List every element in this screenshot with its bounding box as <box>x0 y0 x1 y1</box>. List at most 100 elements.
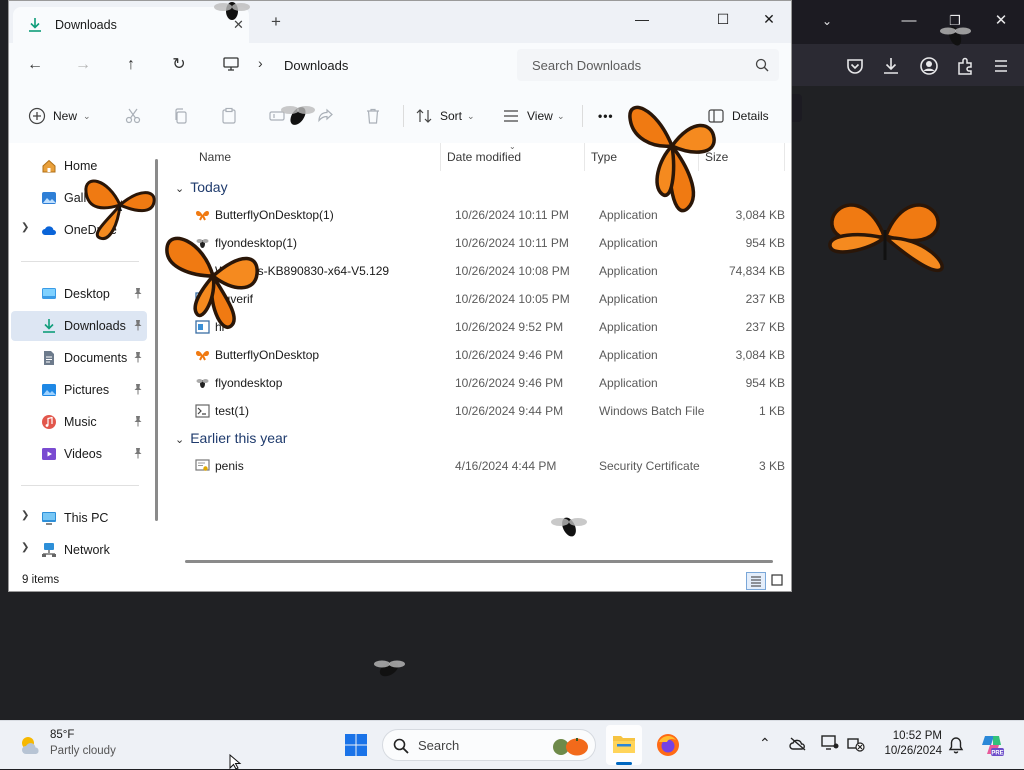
sidebar-item-label: Downloads <box>64 319 126 333</box>
more-options-button[interactable]: ••• <box>598 107 614 125</box>
pocket-icon[interactable] <box>844 55 866 77</box>
file-size: 74,834 KB <box>728 264 785 278</box>
list-all-tabs-icon[interactable]: ⌄ <box>816 11 838 33</box>
column-header-type[interactable]: Type <box>591 150 617 164</box>
gallery-icon <box>42 192 56 204</box>
table-row[interactable]: flyondesktop(1) 10/26/2024 10:11 PM Appl… <box>185 230 785 256</box>
chevron-right-icon[interactable]: ❯ <box>21 510 29 521</box>
table-row[interactable]: ButterflyOnDesktop 10/26/2024 9:46 PM Ap… <box>185 342 785 368</box>
file-size: 954 KB <box>745 236 785 250</box>
column-header-date[interactable]: Date modified <box>447 150 521 164</box>
clock[interactable]: 10:52 PM 10/26/2024 <box>866 729 942 759</box>
view-button[interactable]: View <box>527 107 553 125</box>
cut-icon[interactable] <box>124 107 142 125</box>
back-button[interactable]: ← <box>25 55 45 75</box>
pin-icon[interactable] <box>133 383 143 395</box>
tiles-view-icon <box>771 574 783 586</box>
pin-icon[interactable] <box>133 351 143 363</box>
new-tab-button[interactable]: + <box>271 13 281 30</box>
batch-file-icon <box>195 404 210 418</box>
refresh-button[interactable]: ↻ <box>169 55 189 75</box>
table-row[interactable]: penis 4/16/2024 4:44 PM Security Certifi… <box>185 453 785 479</box>
group-header-today[interactable]: ⌄ Today <box>175 179 228 195</box>
pin-icon[interactable] <box>133 415 143 427</box>
up-button[interactable]: ↑ <box>121 55 141 75</box>
display-icon[interactable] <box>821 735 839 751</box>
column-separator[interactable] <box>440 143 441 171</box>
pin-icon[interactable] <box>133 447 143 459</box>
table-row[interactable]: flyondesktop 10/26/2024 9:46 PM Applicat… <box>185 370 785 396</box>
account-icon[interactable] <box>918 55 940 77</box>
file-date: 10/26/2024 9:44 PM <box>455 404 564 418</box>
butterfly-sprite <box>84 179 156 240</box>
delete-icon[interactable] <box>364 107 382 125</box>
start-icon[interactable] <box>344 733 368 757</box>
copilot-icon[interactable]: PRE <box>980 733 1004 757</box>
tab-bar: Downloads ✕ + — ☐ ✕ <box>9 1 791 43</box>
chevron-right-icon: › <box>258 55 263 71</box>
minimize-icon[interactable]: — <box>898 11 920 33</box>
file-name: ButterflyOnDesktop(1) <box>215 208 334 222</box>
sidebar-item-downloads[interactable]: Downloads <box>11 311 147 341</box>
bell-icon[interactable] <box>948 736 964 754</box>
sidebar-item-documents[interactable]: Documents <box>11 343 147 373</box>
chevron-right-icon[interactable]: ❯ <box>21 222 29 233</box>
forward-button[interactable]: → <box>73 55 93 75</box>
search-box[interactable]: Search Downloads <box>517 49 779 81</box>
chevron-right-icon[interactable]: ❯ <box>21 542 29 553</box>
sidebar-item-network[interactable]: ❯ Network <box>11 535 147 565</box>
certificate-icon <box>195 459 210 471</box>
videos-icon <box>42 448 56 460</box>
sidebar-item-pictures[interactable]: Pictures <box>11 375 147 405</box>
chevron-up-icon[interactable]: ⌃ <box>759 735 771 752</box>
tab-title: Downloads <box>55 18 117 32</box>
pin-icon[interactable] <box>133 287 143 299</box>
details-button[interactable]: Details <box>732 107 769 125</box>
tiles-view-toggle[interactable] <box>768 572 788 590</box>
downloads-icon[interactable] <box>880 55 902 77</box>
breadcrumb[interactable]: Downloads <box>284 58 348 73</box>
table-row[interactable]: sigverif 10/26/2024 10:05 PM Application… <box>185 286 785 312</box>
column-separator[interactable] <box>584 143 585 171</box>
sidebar-item-music[interactable]: Music <box>11 407 147 437</box>
taskbar-search[interactable]: Search <box>382 729 596 761</box>
taskbar-file-explorer[interactable] <box>606 725 642 765</box>
share-icon[interactable] <box>316 107 334 125</box>
firefox-icon[interactable] <box>656 733 680 757</box>
sidebar-item-videos[interactable]: Videos <box>11 439 147 469</box>
pc-icon <box>42 512 56 525</box>
computer-icon <box>223 57 239 71</box>
fly-sprite <box>214 2 250 20</box>
minimize-button[interactable]: — <box>631 9 653 31</box>
column-separator[interactable] <box>784 143 785 171</box>
file-date: 10/26/2024 10:05 PM <box>455 292 570 306</box>
onedrive-offline-icon[interactable] <box>789 737 807 751</box>
add-icon <box>28 107 46 125</box>
details-view-toggle[interactable] <box>746 572 766 590</box>
clock-time: 10:52 PM <box>892 730 942 742</box>
sort-button[interactable]: Sort <box>440 107 462 125</box>
pin-icon[interactable] <box>133 319 143 331</box>
toolbar-separator <box>582 105 583 127</box>
table-row[interactable]: hi 10/26/2024 9:52 PM Application 237 KB <box>185 314 785 340</box>
chevron-down-icon: ⌄ <box>557 111 565 121</box>
maximize-button[interactable]: ☐ <box>712 9 734 31</box>
close-icon[interactable]: ✕ <box>990 11 1012 33</box>
no-internet-icon[interactable] <box>847 736 865 752</box>
extensions-icon[interactable] <box>954 55 976 77</box>
column-header-name[interactable]: Name <box>199 150 231 164</box>
new-button[interactable]: New <box>53 107 77 125</box>
table-row[interactable]: Windows-KB890830-x64-V5.129 10/26/2024 1… <box>185 258 785 284</box>
sidebar-item-desktop[interactable]: Desktop <box>11 279 147 309</box>
group-header-earlier[interactable]: ⌄ Earlier this year <box>175 430 287 446</box>
table-row[interactable]: test(1) 10/26/2024 9:44 PM Windows Batch… <box>185 398 785 424</box>
copy-icon[interactable] <box>172 107 190 125</box>
close-button[interactable]: ✕ <box>758 9 780 31</box>
sidebar-item-label: Documents <box>64 351 128 365</box>
file-date: 10/26/2024 9:46 PM <box>455 348 564 362</box>
horizontal-scrollbar[interactable] <box>185 560 773 563</box>
sidebar-item-this-pc[interactable]: ❯ This PC <box>11 503 147 533</box>
menu-icon[interactable] <box>990 55 1012 77</box>
address-bar[interactable]: › Downloads <box>212 49 506 81</box>
paste-icon[interactable] <box>220 107 238 125</box>
